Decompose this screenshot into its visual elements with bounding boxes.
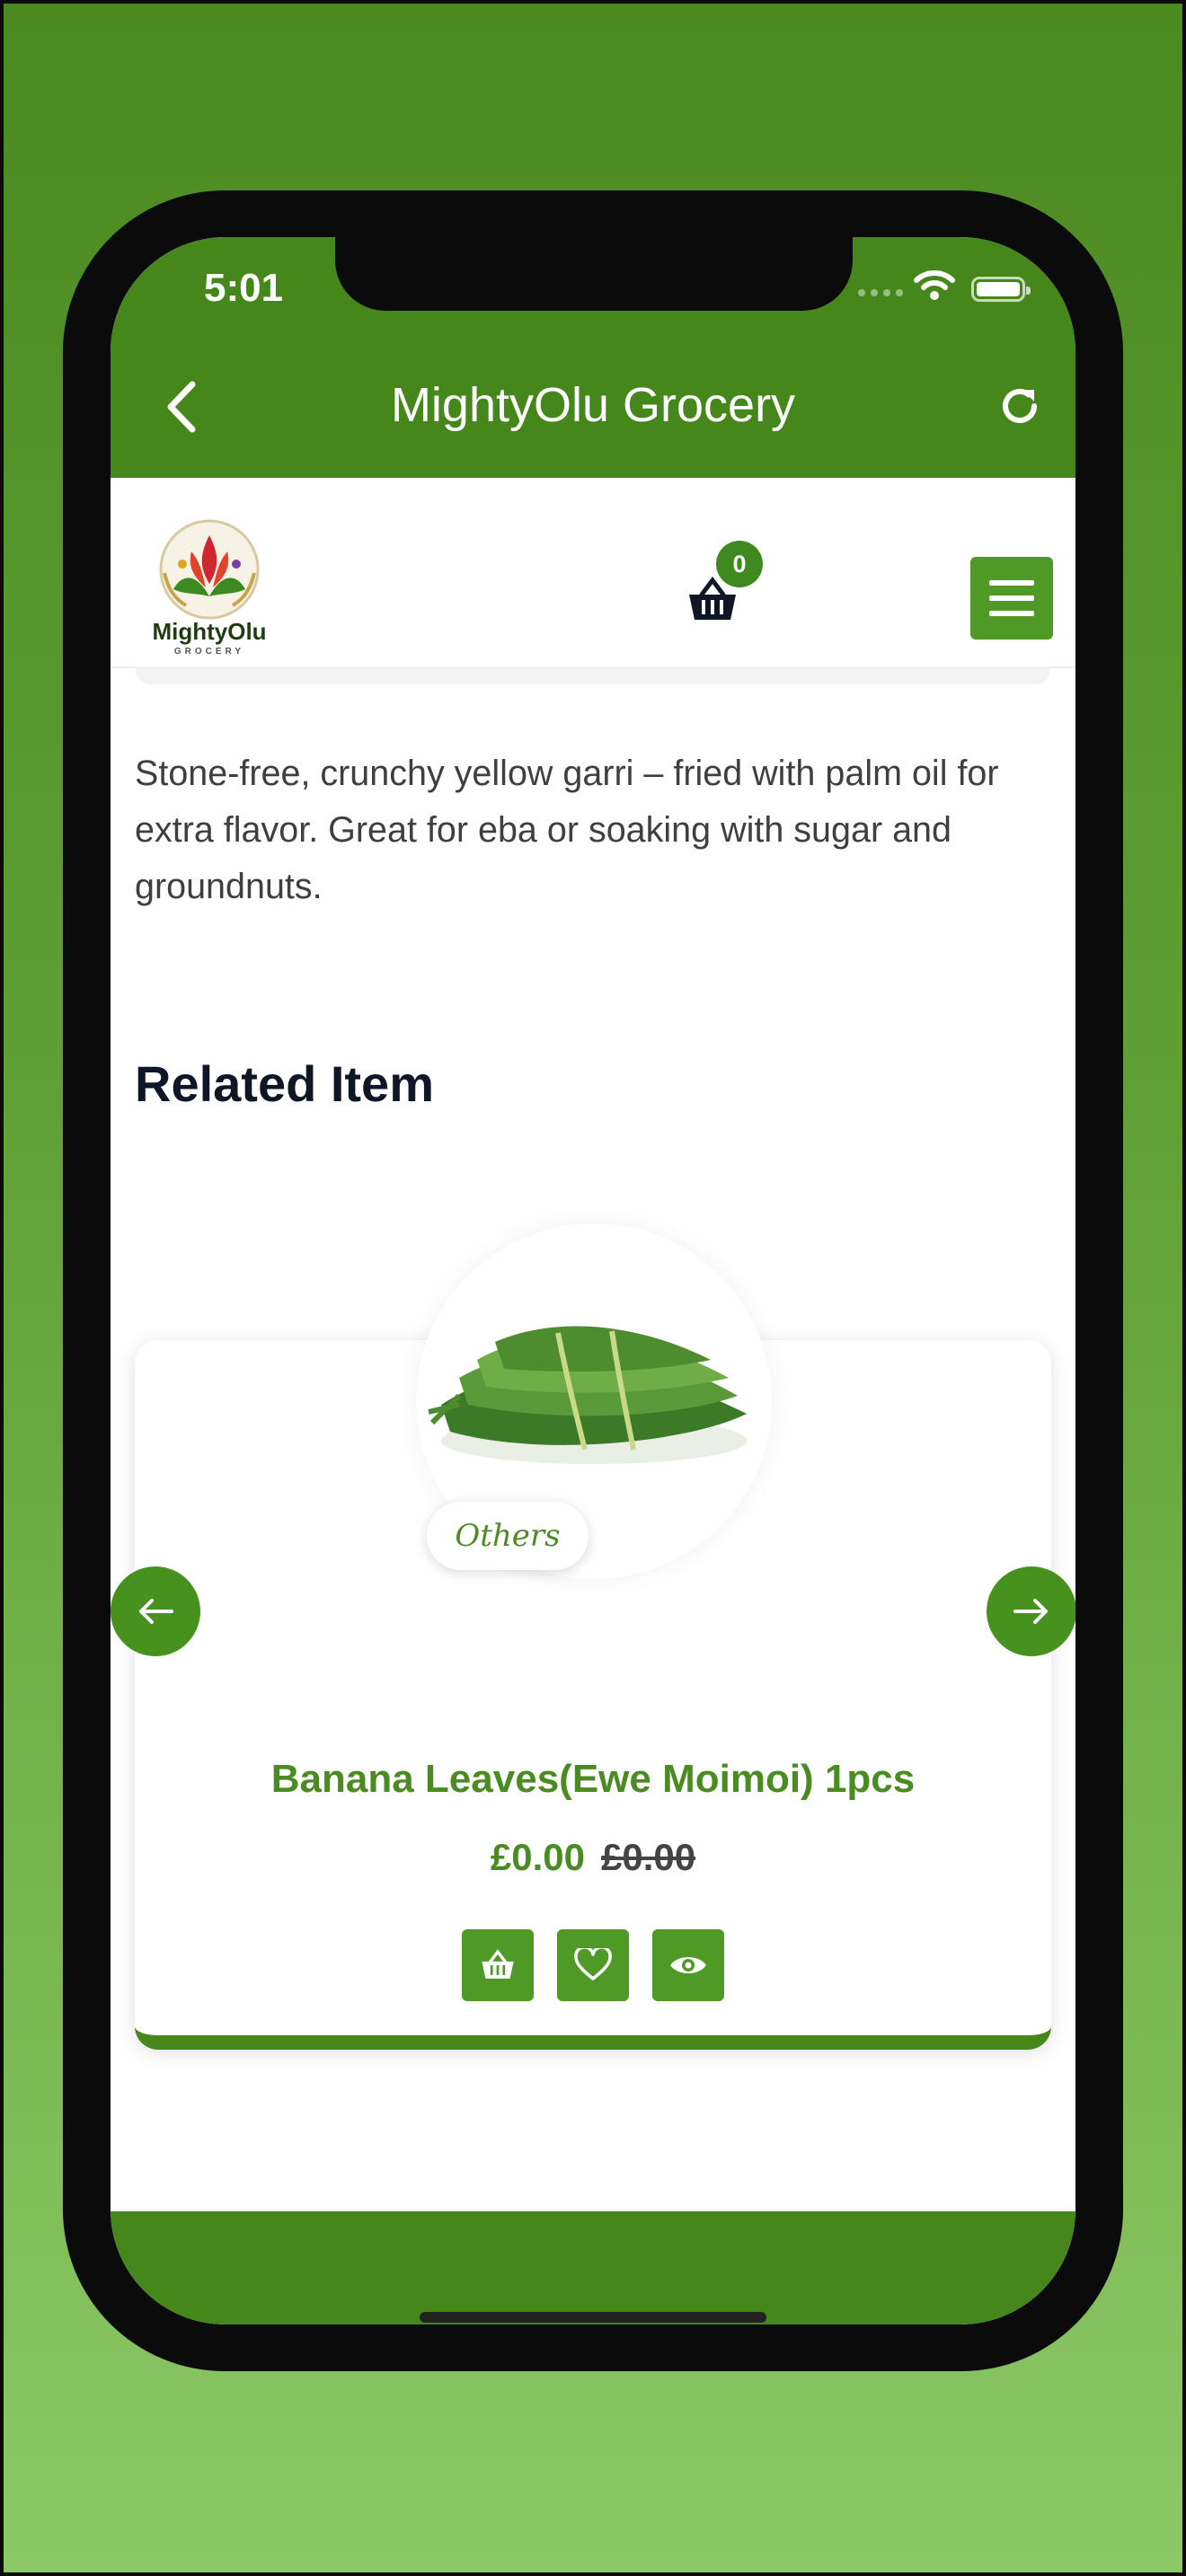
cart-count-badge: 0 — [716, 541, 763, 587]
price-row: £0.00 £0.00 — [135, 1836, 1051, 1879]
carousel-next-button[interactable] — [987, 1566, 1075, 1656]
eye-icon — [670, 1957, 706, 1973]
arrow-right-icon — [1013, 1599, 1048, 1624]
product-name[interactable]: Banana Leaves(Ewe Moimoi) 1pcs — [135, 1757, 1051, 1802]
current-price: £0.00 — [490, 1836, 585, 1878]
add-to-cart-button[interactable] — [462, 1929, 534, 2001]
arrow-left-icon — [139, 1599, 173, 1624]
wifi-icon — [914, 270, 955, 300]
device-notch — [335, 237, 853, 311]
basket-icon — [482, 1949, 514, 1979]
carousel-prev-button[interactable] — [111, 1566, 200, 1656]
product-description: Stone-free, crunchy yellow garri – fried… — [135, 754, 999, 906]
home-indicator — [420, 2312, 766, 2323]
signal-icon — [858, 289, 903, 296]
heart-icon — [574, 1948, 612, 1981]
refresh-button[interactable] — [995, 381, 1045, 431]
related-section-title: Related Item — [135, 1055, 434, 1112]
category-badge[interactable]: Others — [427, 1502, 589, 1570]
status-time: 5:01 — [204, 266, 284, 310]
previous-section-edge — [136, 666, 1050, 684]
quick-view-button[interactable] — [652, 1929, 724, 2001]
app-screen: 5:01 MightyOlu Grocery MightyOlu GROCERY… — [111, 237, 1075, 2325]
refresh-icon — [1003, 389, 1037, 423]
bottom-bar — [111, 2211, 1075, 2325]
original-price: £0.00 — [601, 1836, 696, 1878]
app-title: MightyOlu Grocery — [390, 378, 796, 432]
logo-emblem-icon — [159, 519, 260, 620]
product-image[interactable] — [423, 1306, 765, 1486]
battery-icon — [971, 277, 1031, 302]
logo-subtext: GROCERY — [173, 647, 245, 657]
wishlist-button[interactable] — [557, 1929, 629, 2001]
store-logo[interactable]: MightyOlu GROCERY — [146, 519, 272, 661]
logo-text: MightyOlu — [152, 618, 267, 645]
product-actions — [135, 1929, 1051, 2001]
hamburger-icon — [989, 580, 1034, 586]
site-header: MightyOlu GROCERY 0 — [111, 478, 1075, 668]
menu-button[interactable] — [970, 557, 1053, 640]
